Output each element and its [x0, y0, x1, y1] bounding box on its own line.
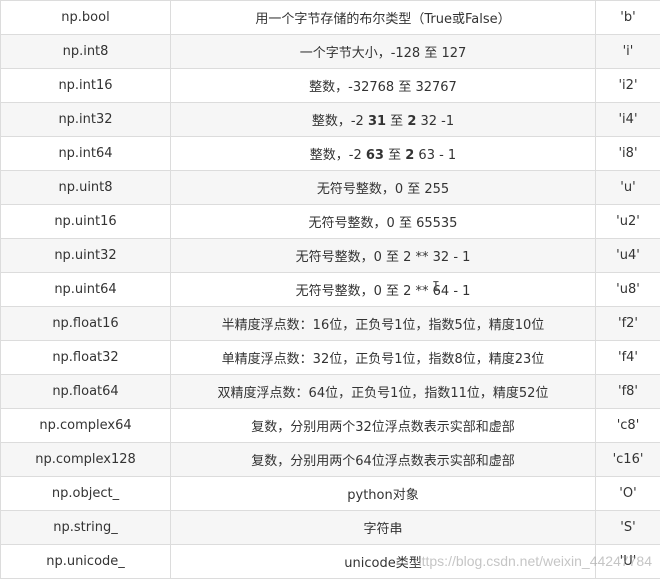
description-fragment: 32 -1 [416, 114, 454, 129]
table-row: np.int8一个字节大小，-128 至 127'i' [1, 35, 660, 69]
table-row: np.int16整数，-32768 至 32767'i2' [1, 69, 660, 103]
dtype-description-cell: 半精度浮点数：16位，正负号1位，指数5位，精度10位 [171, 307, 596, 341]
dtype-name-cell: np.uint64 [1, 273, 171, 307]
dtype-code-cell: 'i8' [596, 137, 660, 171]
dtype-table: np.bool用一个字节存储的布尔类型（True或False）'b'np.int… [0, 0, 660, 579]
dtype-description-cell: 复数，分别用两个32位浮点数表示实部和虚部 [171, 409, 596, 443]
dtype-code-cell: 'f8' [596, 375, 660, 409]
dtype-name-cell: np.uint8 [1, 171, 171, 205]
dtype-name-cell: np.float32 [1, 341, 171, 375]
table-row: np.uint8无符号整数，0 至 255'u' [1, 171, 660, 205]
dtype-description-cell: 整数，-32768 至 32767 [171, 69, 596, 103]
dtype-description-cell: python对象 [171, 477, 596, 511]
dtype-code-cell: 'c16' [596, 443, 660, 477]
dtype-code-cell: 'u' [596, 171, 660, 205]
dtype-description-cell: 整数，-2 31 至 2 32 -1 [171, 103, 596, 137]
table-row: np.int64整数，-2 63 至 2 63 - 1'i8' [1, 137, 660, 171]
description-fragment: 整数，-2 [312, 114, 368, 129]
dtype-name-cell: np.string_ [1, 511, 171, 545]
description-fragment: 至 [386, 114, 407, 129]
dtype-name-cell: np.complex64 [1, 409, 171, 443]
dtype-code-cell: 'S' [596, 511, 660, 545]
table-row: np.float64双精度浮点数：64位，正负号1位，指数11位，精度52位'f… [1, 375, 660, 409]
table-row: np.uint16无符号整数，0 至 65535'u2' [1, 205, 660, 239]
table-row: np.bool用一个字节存储的布尔类型（True或False）'b' [1, 1, 660, 35]
description-fragment: 整数，-2 [310, 148, 366, 163]
description-fragment: 至 [384, 148, 405, 163]
table-row: np.uint64无符号整数，0 至 2 ** 64 - 1'u8' [1, 273, 660, 307]
dtype-code-cell: 'U' [596, 545, 660, 579]
dtype-name-cell: np.uint16 [1, 205, 171, 239]
description-fragment: 2 [405, 148, 414, 163]
dtype-description-cell: 用一个字节存储的布尔类型（True或False） [171, 1, 596, 35]
dtype-table-body: np.bool用一个字节存储的布尔类型（True或False）'b'np.int… [1, 1, 660, 579]
dtype-name-cell: np.int8 [1, 35, 171, 69]
table-row: np.complex128复数，分别用两个64位浮点数表示实部和虚部'c16' [1, 443, 660, 477]
dtype-description-cell: 复数，分别用两个64位浮点数表示实部和虚部 [171, 443, 596, 477]
dtype-name-cell: np.unicode_ [1, 545, 171, 579]
dtype-description-cell: 整数，-2 63 至 2 63 - 1 [171, 137, 596, 171]
dtype-description-cell: unicode类型 [171, 545, 596, 579]
table-row: np.uint32无符号整数，0 至 2 ** 32 - 1'u4' [1, 239, 660, 273]
dtype-code-cell: 'i2' [596, 69, 660, 103]
dtype-code-cell: 'u8' [596, 273, 660, 307]
dtype-description-cell: 无符号整数，0 至 2 ** 32 - 1 [171, 239, 596, 273]
text-cursor-icon: I [432, 280, 440, 295]
dtype-description-cell: 无符号整数，0 至 2 ** 64 - 1 [171, 273, 596, 307]
dtype-code-cell: 'i' [596, 35, 660, 69]
dtype-description-cell: 单精度浮点数：32位，正负号1位，指数8位，精度23位 [171, 341, 596, 375]
table-row: np.unicode_unicode类型'U' [1, 545, 660, 579]
table-row: np.float16半精度浮点数：16位，正负号1位，指数5位，精度10位'f2… [1, 307, 660, 341]
dtype-code-cell: 'b' [596, 1, 660, 35]
table-row: np.float32单精度浮点数：32位，正负号1位，指数8位，精度23位'f4… [1, 341, 660, 375]
dtype-name-cell: np.int64 [1, 137, 171, 171]
dtype-code-cell: 'u2' [596, 205, 660, 239]
table-row: np.int32整数，-2 31 至 2 32 -1'i4' [1, 103, 660, 137]
description-fragment: 31 [368, 114, 386, 129]
dtype-name-cell: np.bool [1, 1, 171, 35]
dtype-description-cell: 一个字节大小，-128 至 127 [171, 35, 596, 69]
dtype-description-cell: 无符号整数，0 至 65535 [171, 205, 596, 239]
dtype-name-cell: np.int16 [1, 69, 171, 103]
dtype-code-cell: 'f2' [596, 307, 660, 341]
table-row: np.complex64复数，分别用两个32位浮点数表示实部和虚部'c8' [1, 409, 660, 443]
dtype-code-cell: 'O' [596, 477, 660, 511]
dtype-code-cell: 'c8' [596, 409, 660, 443]
dtype-name-cell: np.object_ [1, 477, 171, 511]
dtype-name-cell: np.float64 [1, 375, 171, 409]
dtype-name-cell: np.uint32 [1, 239, 171, 273]
dtype-description-cell: 无符号整数，0 至 255 [171, 171, 596, 205]
dtype-name-cell: np.float16 [1, 307, 171, 341]
dtype-name-cell: np.complex128 [1, 443, 171, 477]
description-fragment: 2 [407, 114, 416, 129]
dtype-description-cell: 字符串 [171, 511, 596, 545]
dtype-name-cell: np.int32 [1, 103, 171, 137]
dtype-code-cell: 'u4' [596, 239, 660, 273]
dtype-description-cell: 双精度浮点数：64位，正负号1位，指数11位，精度52位 [171, 375, 596, 409]
dtype-code-cell: 'i4' [596, 103, 660, 137]
description-fragment: 63 - 1 [414, 148, 456, 163]
description-fragment: 63 [366, 148, 384, 163]
dtype-code-cell: 'f4' [596, 341, 660, 375]
table-row: np.string_字符串'S' [1, 511, 660, 545]
table-row: np.object_python对象'O' [1, 477, 660, 511]
